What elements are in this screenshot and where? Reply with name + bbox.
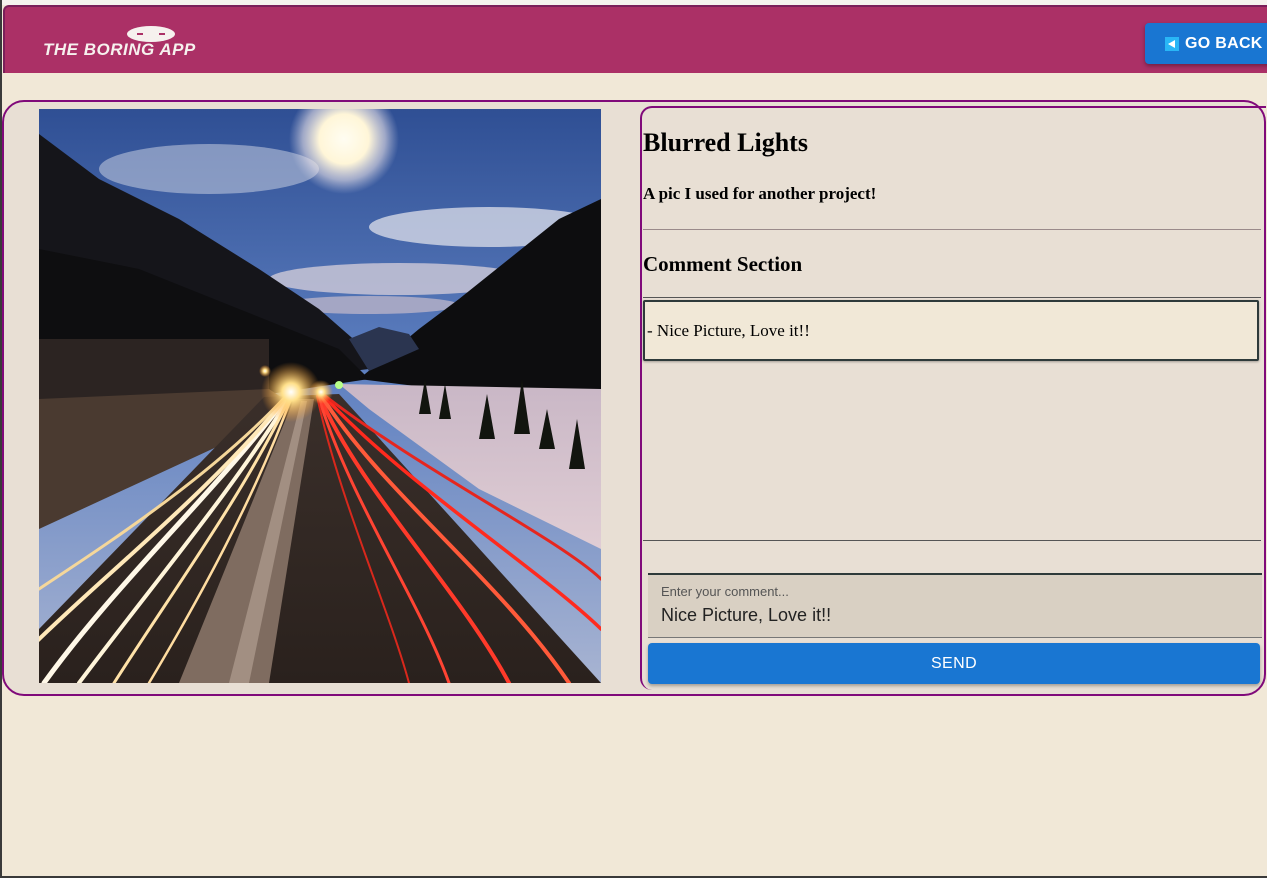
comment-item: - Nice Picture, Love it!!	[647, 321, 810, 340]
send-button[interactable]: SEND	[648, 643, 1260, 684]
comment-section-heading: Comment Section	[643, 252, 803, 276]
go-back-label: GO BACK	[1185, 34, 1263, 52]
divider	[643, 297, 1261, 298]
post-description: A pic I used for another project!	[643, 184, 877, 203]
post-image	[39, 109, 601, 683]
window-left-edge	[0, 0, 2, 878]
go-back-button[interactable]: GO BACK	[1145, 23, 1267, 64]
comment-input-label: Enter your comment...	[661, 584, 789, 599]
divider	[643, 229, 1261, 230]
back-arrow-icon	[1165, 36, 1179, 51]
comment-input-field[interactable]: Enter your comment...	[648, 573, 1262, 638]
app-logo[interactable]: THE BORING APP	[41, 25, 261, 65]
svg-text:THE BORING APP: THE BORING APP	[43, 40, 196, 59]
post-title: Blurred Lights	[643, 128, 808, 157]
divider	[643, 540, 1261, 541]
comment-list: - Nice Picture, Love it!!	[643, 300, 1259, 361]
app-header: THE BORING APP GO BACK	[3, 5, 1267, 73]
comment-input[interactable]	[661, 605, 1241, 626]
